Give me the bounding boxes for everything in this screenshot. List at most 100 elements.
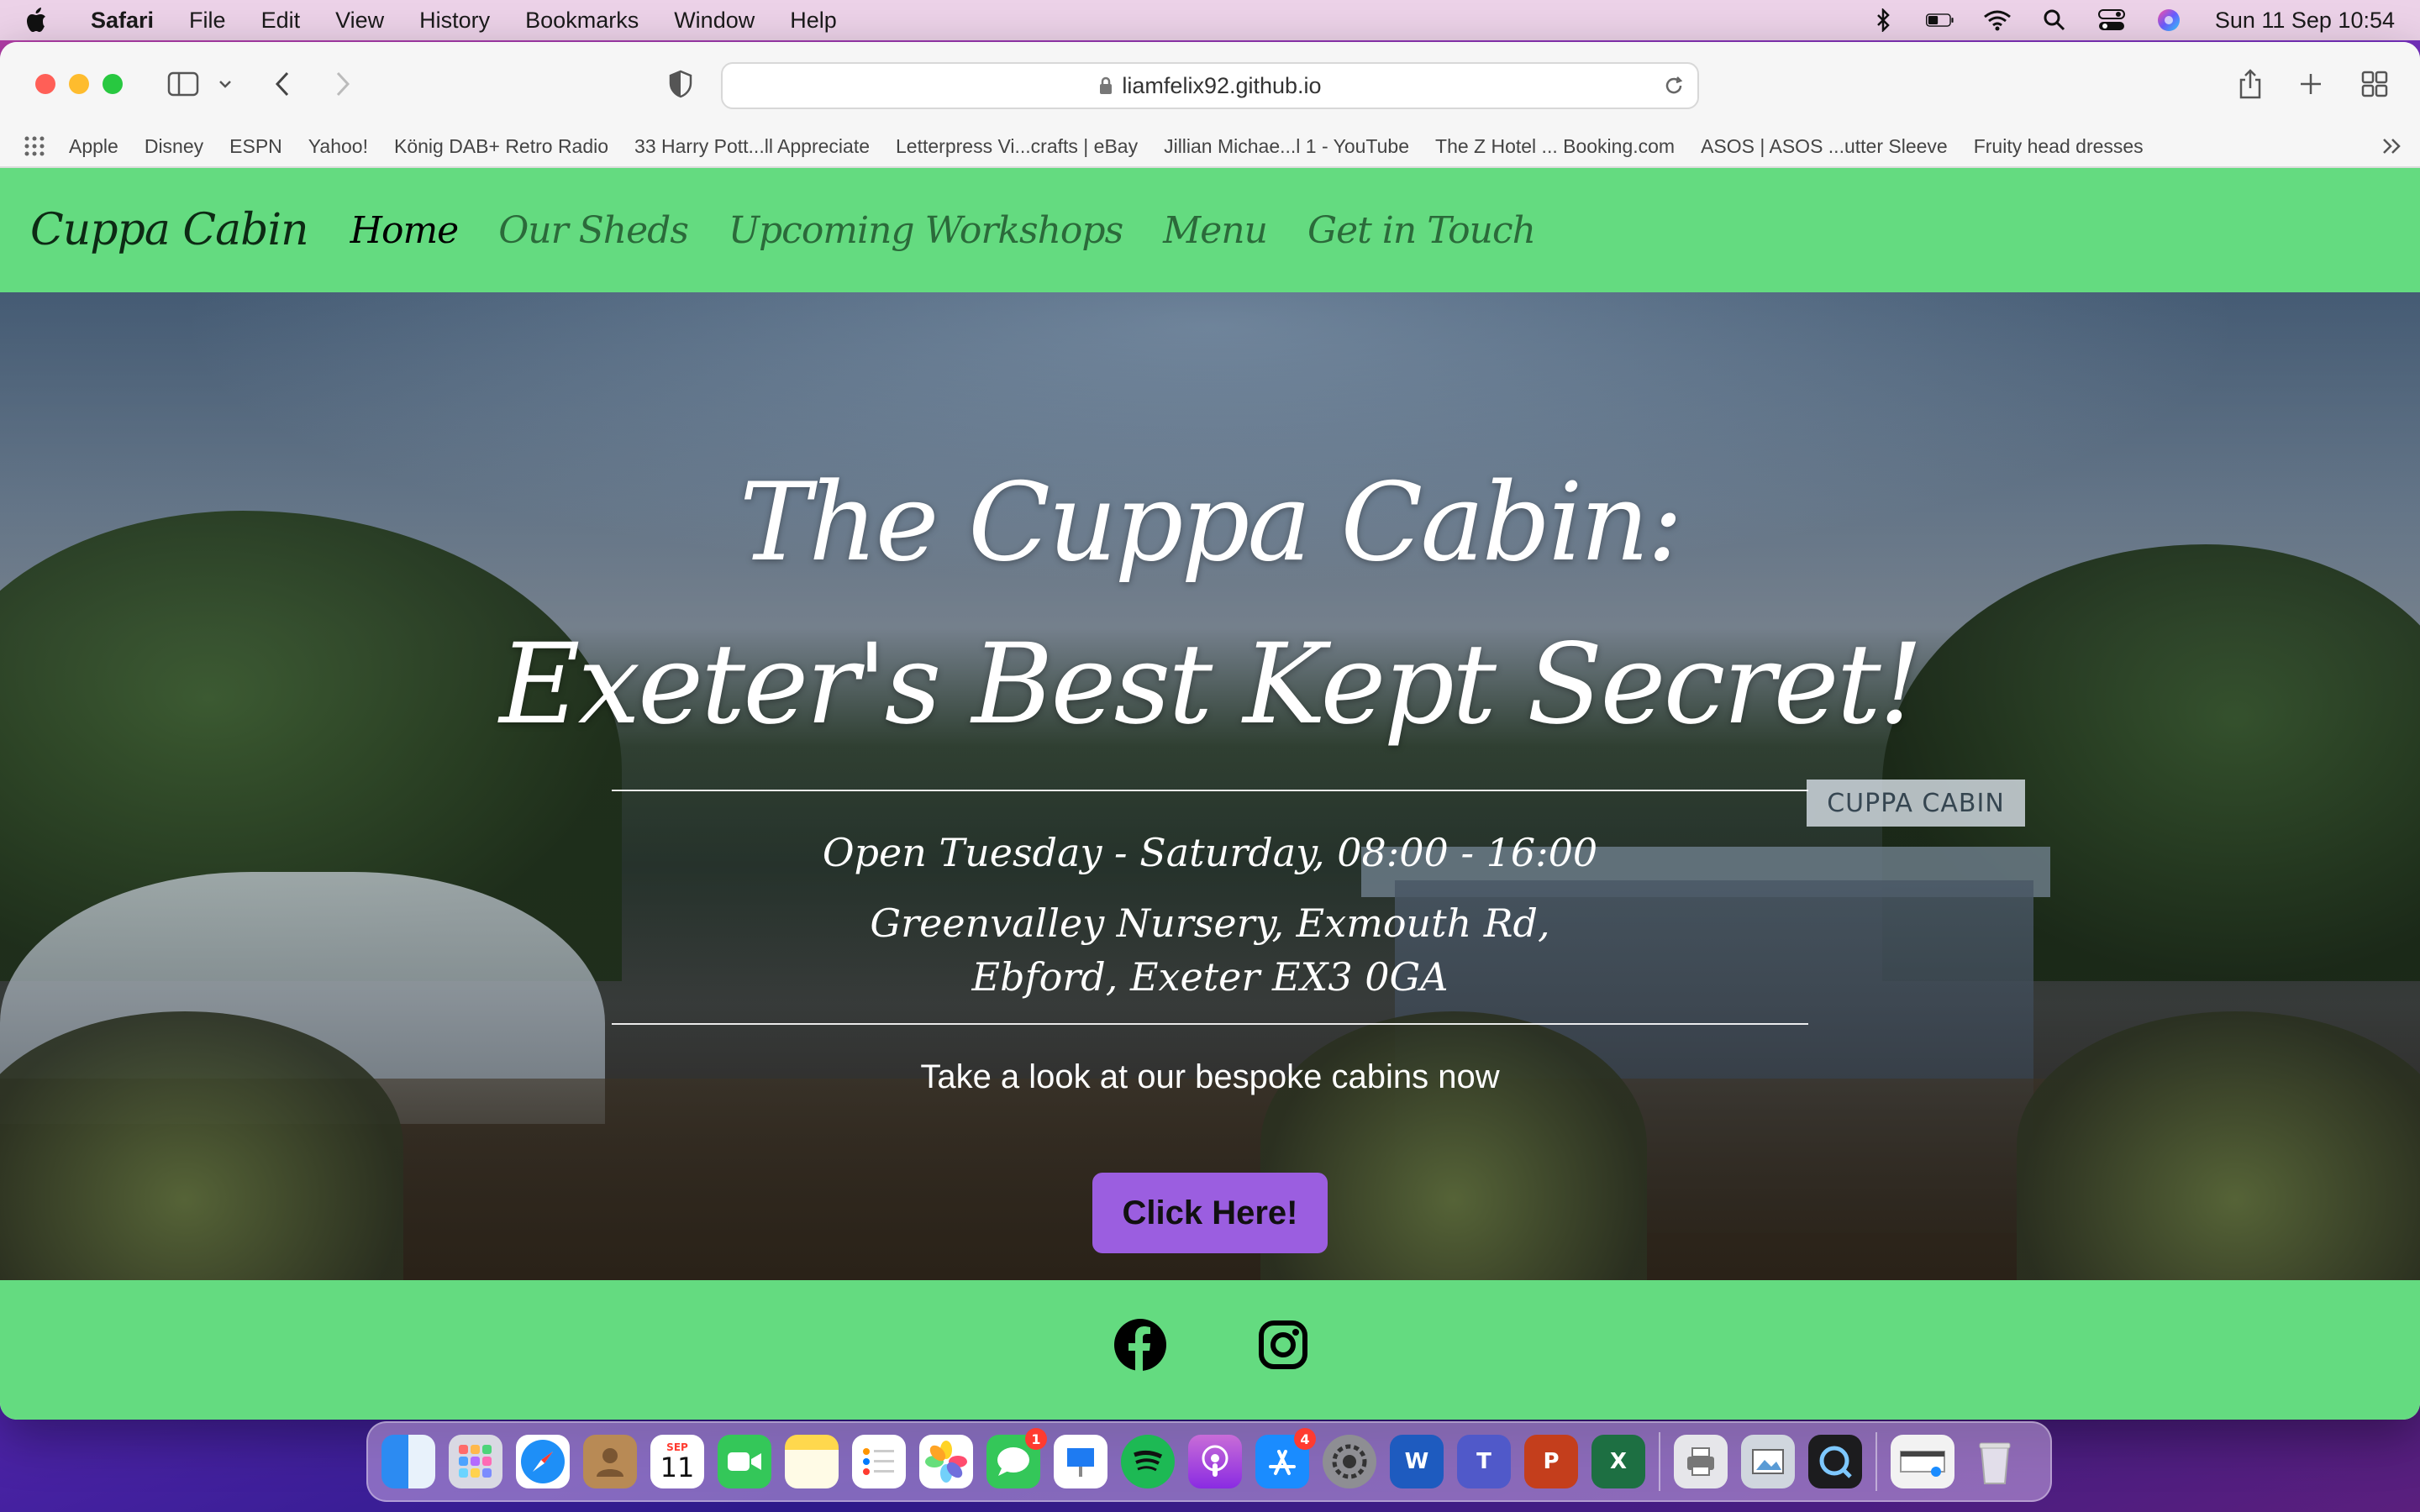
menu-history[interactable]: History xyxy=(419,8,490,34)
reminders-icon[interactable] xyxy=(852,1435,906,1488)
reload-icon[interactable] xyxy=(1662,74,1686,103)
battery-icon[interactable] xyxy=(1925,8,1954,33)
notes-icon[interactable] xyxy=(785,1435,839,1488)
site-navbar: Cuppa Cabin Home Our Sheds Upcoming Work… xyxy=(0,168,2420,292)
bookmark-item[interactable]: Apple xyxy=(69,135,118,158)
share-icon[interactable] xyxy=(2232,66,2269,102)
finder-icon[interactable] xyxy=(381,1435,435,1488)
url-text: liamfelix92.github.io xyxy=(1122,72,1322,98)
photos-icon[interactable] xyxy=(919,1435,973,1488)
nav-our-sheds[interactable]: Our Sheds xyxy=(498,209,689,252)
site-brand[interactable]: Cuppa Cabin xyxy=(30,205,309,255)
back-icon[interactable] xyxy=(264,66,301,102)
facebook-icon[interactable] xyxy=(1111,1315,1170,1374)
sidebar-toggle-icon[interactable] xyxy=(165,66,202,102)
nav-get-in-touch[interactable]: Get in Touch xyxy=(1307,209,1536,252)
teams-icon[interactable]: T xyxy=(1457,1435,1511,1488)
nav-menu[interactable]: Menu xyxy=(1163,209,1268,252)
app-store-icon[interactable]: 4 xyxy=(1255,1428,1316,1488)
nav-home[interactable]: Home xyxy=(350,209,460,252)
bookmarks-overflow-icon[interactable] xyxy=(2381,136,2403,161)
minimize-window-button[interactable] xyxy=(69,74,89,94)
bookmark-item[interactable]: Jillian Michae...l 1 - YouTube xyxy=(1164,135,1409,158)
trash-icon[interactable] xyxy=(1968,1435,2022,1488)
siri-icon[interactable] xyxy=(2154,8,2183,33)
menu-edit[interactable]: Edit xyxy=(261,8,301,34)
address-bar[interactable]: liamfelix92.github.io xyxy=(721,62,1699,109)
bookmark-item[interactable]: 33 Harry Pott...ll Appreciate xyxy=(634,135,870,158)
bookmark-item[interactable]: König DAB+ Retro Radio xyxy=(394,135,608,158)
spotlight-search-icon[interactable] xyxy=(2040,8,2069,33)
new-tab-icon[interactable] xyxy=(2292,66,2329,102)
bookmark-item[interactable]: ASOS | ASOS ...utter Sleeve xyxy=(1701,135,1948,158)
close-window-button[interactable] xyxy=(35,74,55,94)
apple-menu-icon[interactable] xyxy=(25,7,49,34)
print-center-icon[interactable] xyxy=(1674,1435,1728,1488)
messages-badge: 1 xyxy=(1025,1428,1047,1450)
calendar-icon[interactable]: SEP 11 xyxy=(650,1435,704,1488)
bookmark-item[interactable]: Letterpress Vi...crafts | eBay xyxy=(896,135,1138,158)
menu-app-name[interactable]: Safari xyxy=(91,8,154,34)
bookmark-item[interactable]: Yahoo! xyxy=(308,135,368,158)
bookmark-item[interactable]: The Z Hotel ... Booking.com xyxy=(1435,135,1675,158)
quicktime-icon[interactable] xyxy=(1808,1435,1862,1488)
site-footer xyxy=(0,1280,2420,1420)
safari-app-icon[interactable] xyxy=(516,1435,570,1488)
contacts-icon[interactable] xyxy=(583,1435,637,1488)
privacy-shield-icon[interactable] xyxy=(662,66,699,102)
safari-window: liamfelix92.github.io Apple Disney ESPN … xyxy=(0,42,2420,1420)
wifi-icon[interactable] xyxy=(1983,8,2012,33)
dock-separator xyxy=(1659,1432,1660,1491)
hero-title-line1: The Cuppa Cabin: xyxy=(739,460,1683,585)
menu-file[interactable]: File xyxy=(189,8,226,34)
chevron-down-icon[interactable] xyxy=(207,66,244,102)
hero-opening-hours: Open Tuesday - Saturday, 08:00 - 16:00 xyxy=(822,830,1598,875)
bookmark-item[interactable]: ESPN xyxy=(229,135,282,158)
forward-icon[interactable] xyxy=(324,66,361,102)
spotify-icon[interactable] xyxy=(1121,1435,1175,1488)
menubar-clock[interactable]: Sun 11 Sep 10:54 xyxy=(2215,8,2395,34)
favorites-grid-icon[interactable] xyxy=(24,135,45,157)
menu-window[interactable]: Window xyxy=(674,8,755,34)
excel-icon[interactable]: X xyxy=(1591,1435,1645,1488)
calendar-day: 11 xyxy=(660,1452,695,1483)
podcasts-icon[interactable] xyxy=(1188,1435,1242,1488)
launchpad-icon[interactable] xyxy=(449,1435,502,1488)
system-preferences-icon[interactable] xyxy=(1323,1435,1376,1488)
hero-divider-bottom xyxy=(612,1023,1808,1025)
menu-bookmarks[interactable]: Bookmarks xyxy=(525,8,639,34)
web-page: Cuppa Cabin Home Our Sheds Upcoming Work… xyxy=(0,168,2420,1420)
hero-title-line2: Exeter's Best Kept Secret! xyxy=(499,620,1923,749)
downloads-stack-icon[interactable] xyxy=(1891,1435,1954,1488)
keynote-icon[interactable] xyxy=(1054,1435,1107,1488)
app-store-badge: 4 xyxy=(1294,1428,1316,1450)
hero-address-line1: Greenvalley Nursery, Exmouth Rd, xyxy=(870,900,1550,946)
preview-icon[interactable] xyxy=(1741,1435,1795,1488)
bluetooth-icon[interactable] xyxy=(1869,8,1897,33)
bookmarks-bar: Apple Disney ESPN Yahoo! König DAB+ Retr… xyxy=(0,126,2420,168)
nav-upcoming-workshops[interactable]: Upcoming Workshops xyxy=(729,209,1123,252)
hero-address-line2: Ebford, Exeter EX3 0GA xyxy=(971,954,1449,1000)
bookmark-item[interactable]: Fruity head dresses xyxy=(1974,135,2144,158)
hero-tagline: Take a look at our bespoke cabins now xyxy=(920,1058,1500,1095)
macos-menubar: Safari File Edit View History Bookmarks … xyxy=(0,0,2420,40)
messages-icon[interactable]: 1 xyxy=(986,1428,1047,1488)
menu-help[interactable]: Help xyxy=(790,8,837,34)
tab-overview-icon[interactable] xyxy=(2356,66,2393,102)
control-center-icon[interactable] xyxy=(2097,8,2126,33)
window-controls xyxy=(35,74,123,94)
click-here-button[interactable]: Click Here! xyxy=(1092,1173,1328,1253)
instagram-icon[interactable] xyxy=(1254,1315,1313,1374)
lock-icon xyxy=(1098,76,1113,95)
safari-toolbar: liamfelix92.github.io xyxy=(0,42,2420,126)
maximize-window-button[interactable] xyxy=(103,74,123,94)
menu-view[interactable]: View xyxy=(335,8,384,34)
powerpoint-icon[interactable]: P xyxy=(1524,1435,1578,1488)
word-icon[interactable]: W xyxy=(1390,1435,1444,1488)
hero-divider-top xyxy=(612,790,1808,791)
macos-dock: SEP 11 1 4 W T P X xyxy=(366,1421,2052,1502)
bookmark-item[interactable]: Disney xyxy=(145,135,203,158)
facetime-icon[interactable] xyxy=(718,1435,771,1488)
hero-content: The Cuppa Cabin: Exeter's Best Kept Secr… xyxy=(0,292,2420,1280)
hero-section: CUPPA CABIN The Cuppa Cabin: Exeter's Be… xyxy=(0,292,2420,1280)
